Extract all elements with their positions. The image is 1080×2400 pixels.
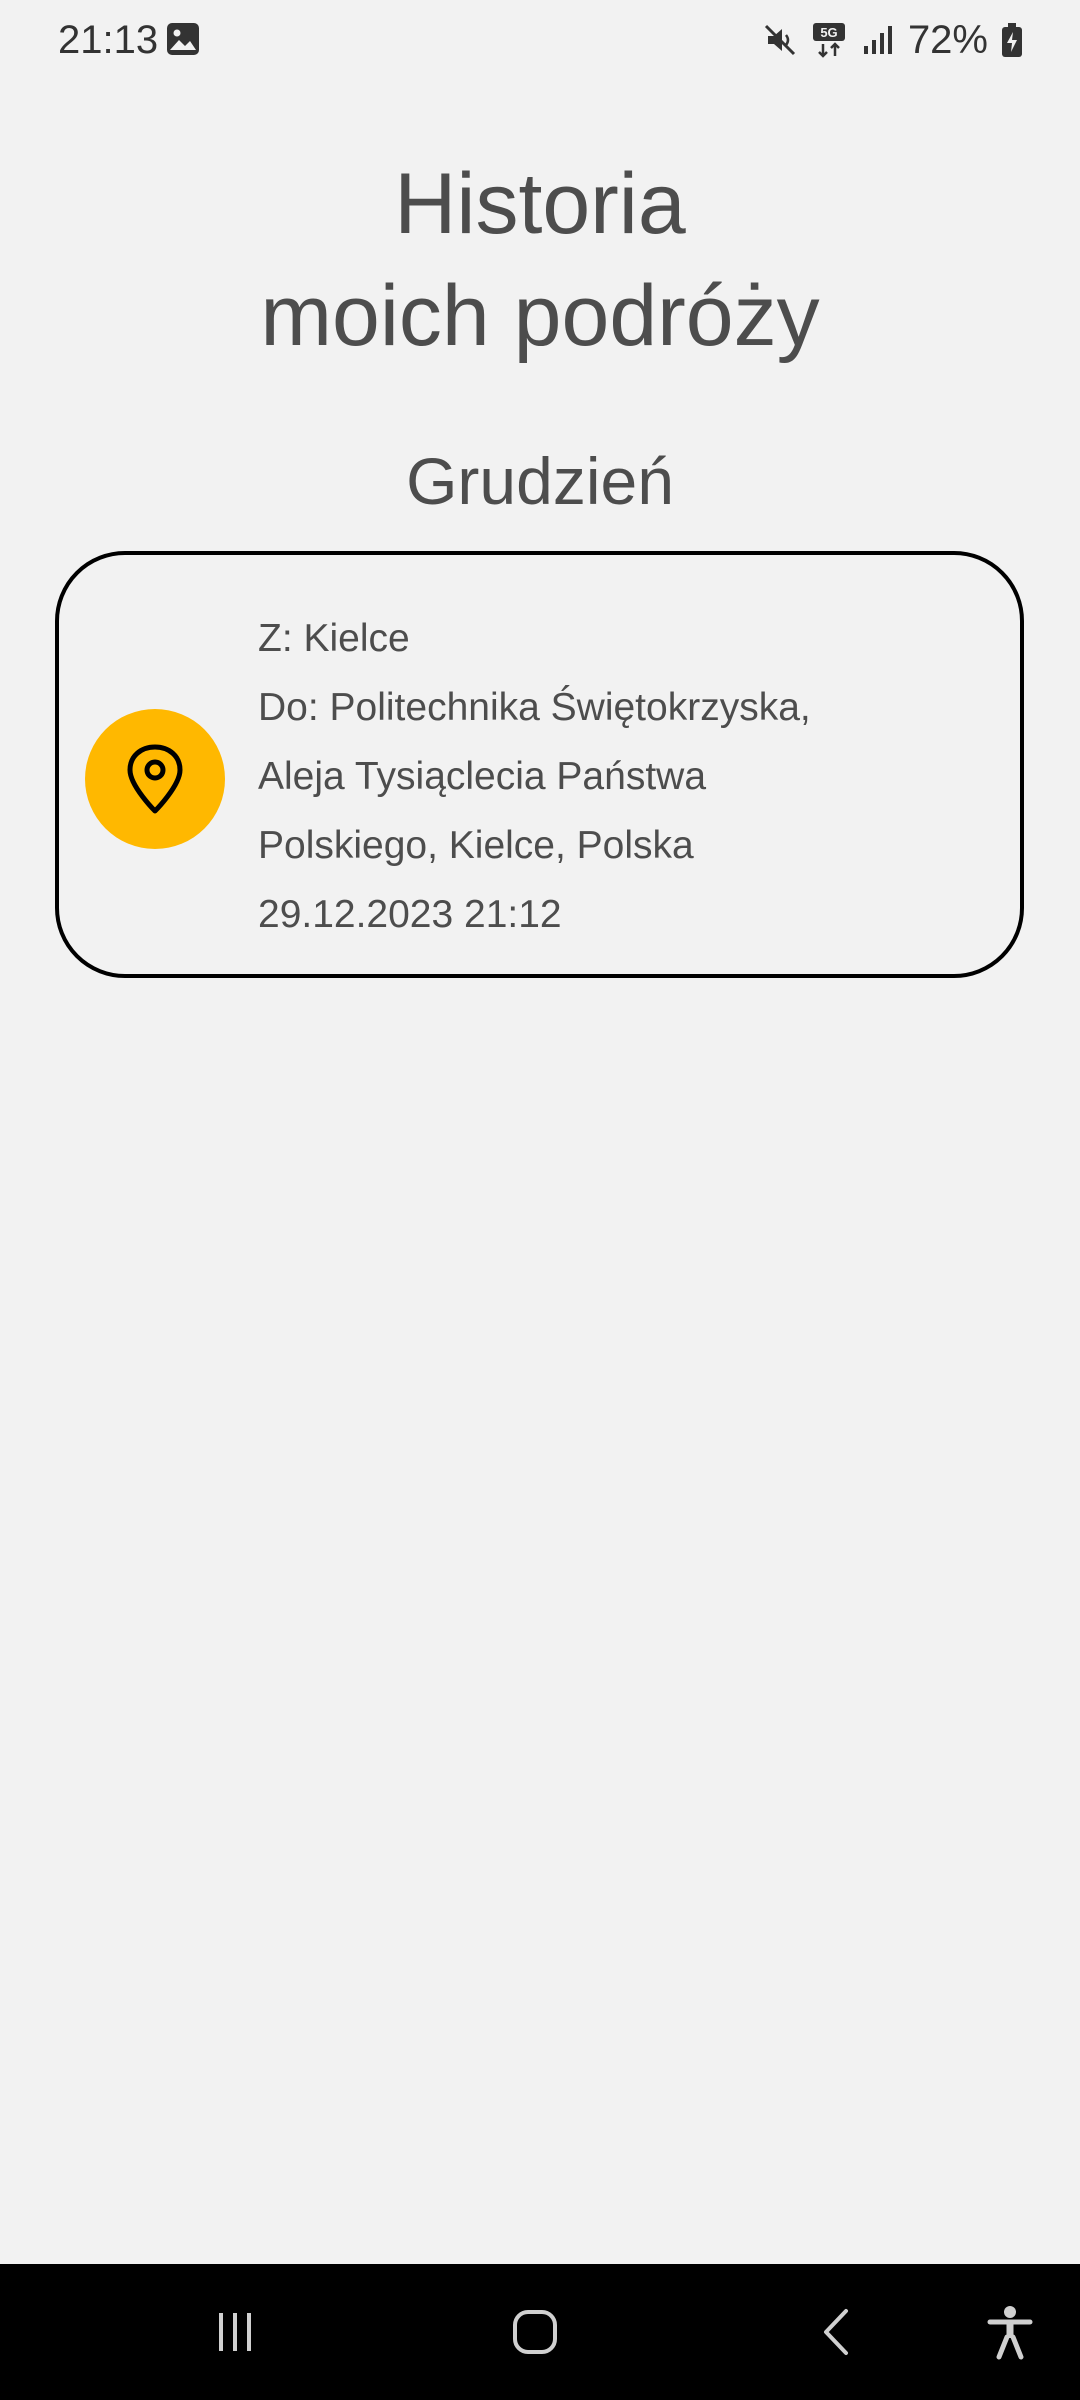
accessibility-icon: [987, 2306, 1033, 2360]
back-icon: [824, 2309, 848, 2355]
accessibility-button[interactable]: [960, 2264, 1060, 2400]
trip-from: Z: Kielce: [258, 617, 410, 660]
location-pin-icon: [127, 744, 183, 814]
navigation-bar: [0, 2264, 1080, 2400]
home-icon: [513, 2310, 557, 2354]
back-button[interactable]: [773, 2264, 903, 2400]
status-bar: 21:13 5G 72%: [0, 0, 1080, 80]
home-button[interactable]: [470, 2264, 600, 2400]
svg-text:5G: 5G: [820, 25, 837, 40]
signal-icon: [863, 26, 892, 54]
battery-percent: 72%: [907, 18, 988, 62]
status-icons: 5G 72%: [762, 14, 1024, 66]
battery-icon: [1002, 23, 1022, 57]
location-pin-badge: [85, 709, 225, 849]
image-icon: [167, 23, 199, 55]
page-title-line1: Historia: [394, 156, 686, 252]
page-title: Historia moich podróży: [0, 148, 1080, 372]
trip-details: Z: Kielce Do: Politechnika Świętokrzyska…: [258, 604, 998, 949]
mute-icon: [764, 24, 795, 56]
page-title-line2: moich podróży: [260, 268, 820, 364]
trip-card[interactable]: Z: Kielce Do: Politechnika Świętokrzyska…: [55, 551, 1024, 978]
recent-apps-icon: [219, 2313, 251, 2351]
status-time: 21:13: [58, 18, 159, 62]
5g-icon: 5G: [812, 23, 845, 58]
trip-datetime: 29.12.2023 21:12: [258, 893, 562, 936]
recent-apps-button[interactable]: [170, 2264, 300, 2400]
trip-to: Do: Politechnika Świętokrzyska, Aleja Ty…: [258, 686, 811, 867]
month-heading: Grudzień: [406, 444, 674, 518]
